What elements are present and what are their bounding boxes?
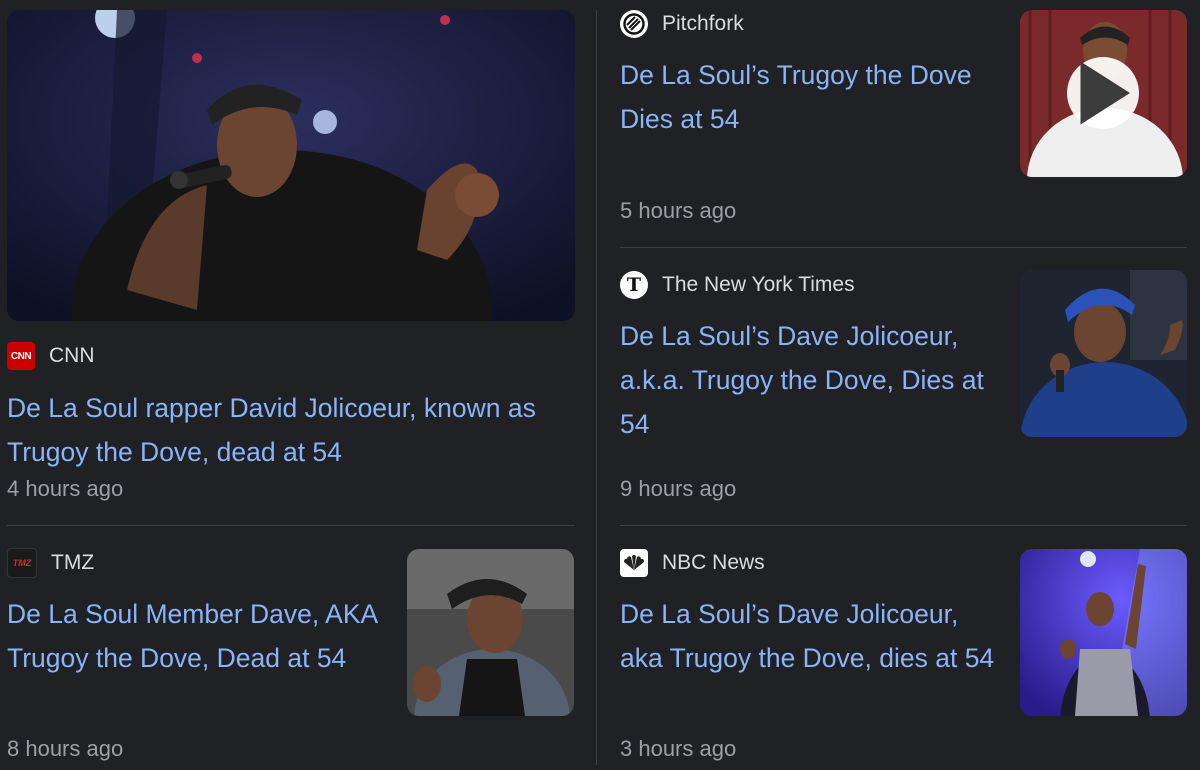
cnn-timestamp: 4 hours ago: [7, 476, 124, 501]
pitchfork-logo-mark: [623, 13, 645, 35]
nbc-peacock-icon: [620, 549, 648, 577]
cnn-logo-text: CNN: [10, 350, 32, 362]
pitchfork-source-name: Pitchfork: [662, 12, 744, 35]
nbc-performer-photo: [1020, 549, 1187, 716]
play-triangle-icon: [1080, 61, 1130, 125]
pitchfork-logo-icon: [620, 10, 648, 38]
divider-left: [7, 525, 575, 526]
nyt-logo-icon: T: [620, 271, 648, 299]
cnn-article-image[interactable]: [7, 10, 575, 321]
nbc-article-thumbnail[interactable]: [1020, 549, 1187, 716]
cnn-logo-icon: CNN: [7, 342, 35, 370]
cnn-performer-photo: [7, 10, 575, 321]
nbc-timestamp: 3 hours ago: [620, 736, 737, 761]
divider-right-top: [620, 247, 1187, 248]
pitchfork-source[interactable]: Pitchfork: [620, 9, 744, 39]
tmz-timestamp: 8 hours ago: [7, 736, 124, 761]
nbc-headline-link[interactable]: De La Soul’s Dave Jolicoeur, aka Trugoy …: [620, 592, 1000, 680]
column-divider: [596, 10, 597, 765]
tmz-article-thumbnail[interactable]: [407, 549, 574, 716]
nyt-source[interactable]: T The New York Times: [620, 270, 855, 300]
nbc-source-name: NBC News: [662, 551, 765, 574]
play-button-icon[interactable]: [1067, 57, 1139, 129]
pitchfork-video-thumbnail[interactable]: [1020, 10, 1187, 177]
cnn-source-name: CNN: [49, 344, 95, 367]
tmz-logo-text: TMZ: [12, 558, 32, 568]
nyt-performer-photo: [1020, 270, 1187, 437]
nyt-article-thumbnail[interactable]: [1020, 270, 1187, 437]
nyt-logo-text: T: [626, 274, 642, 296]
cnn-source[interactable]: CNN CNN: [7, 341, 95, 371]
nbc-peacock-mark: [624, 555, 644, 570]
pitchfork-headline-link[interactable]: De La Soul’s Trugoy the Dove Dies at 54: [620, 53, 990, 141]
divider-right-bottom: [620, 525, 1187, 526]
tmz-performer-photo: [407, 549, 574, 716]
tmz-source[interactable]: TMZ TMZ: [7, 548, 94, 578]
tmz-source-name: TMZ: [51, 551, 95, 574]
pitchfork-timestamp: 5 hours ago: [620, 198, 737, 223]
nyt-timestamp: 9 hours ago: [620, 476, 737, 501]
nyt-source-name: The New York Times: [662, 273, 855, 296]
tmz-logo-icon: TMZ: [7, 548, 37, 578]
nyt-headline-link[interactable]: De La Soul’s Dave Jolicoeur, a.k.a. Trug…: [620, 314, 1000, 446]
cnn-headline-link[interactable]: De La Soul rapper David Jolicoeur, known…: [7, 386, 567, 474]
nbc-source[interactable]: NBC News: [620, 548, 765, 578]
tmz-headline-link[interactable]: De La Soul Member Dave, AKA Trugoy the D…: [7, 592, 387, 680]
